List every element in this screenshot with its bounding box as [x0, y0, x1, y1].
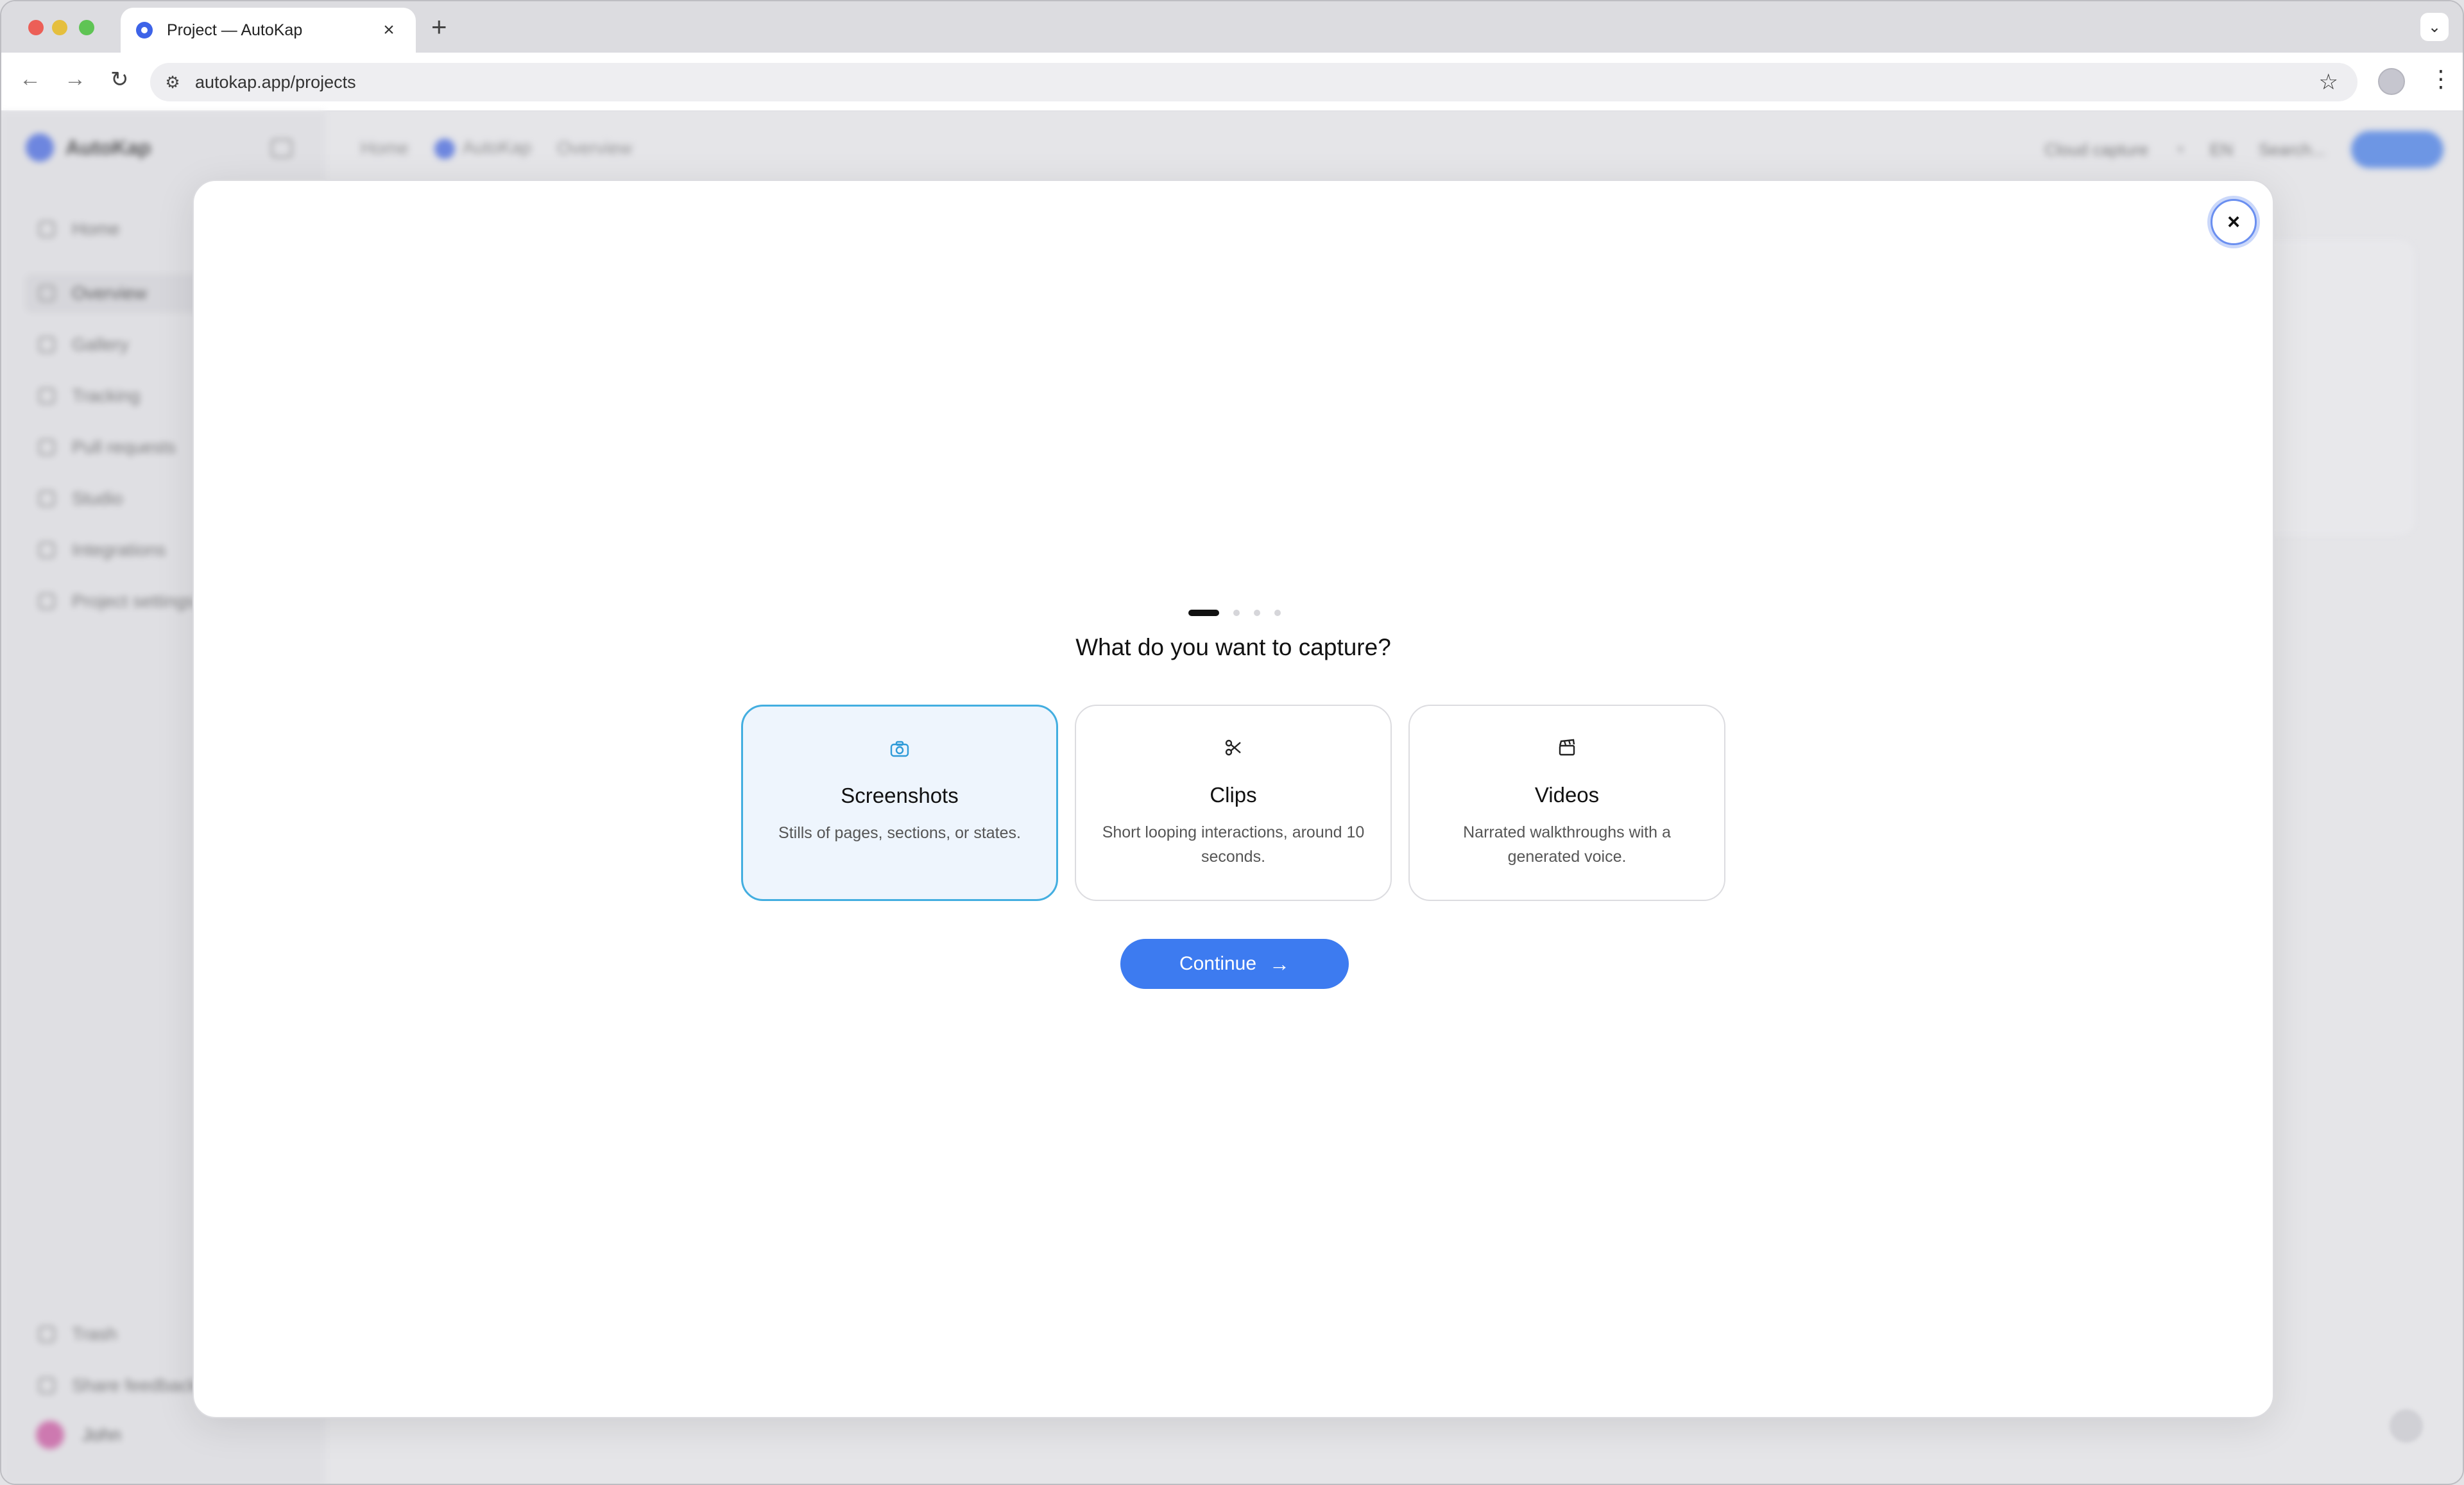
more-menu-icon[interactable]: ⋮: [2429, 65, 2452, 92]
capture-type-dialog: × What do you want to capture? Screensho…: [193, 180, 2274, 1418]
address-bar[interactable]: ⚙ autokap.app/projects ☆: [150, 63, 2357, 101]
camera-icon: [743, 737, 1056, 763]
capture-options: Screenshots Stills of pages, sections, o…: [741, 705, 1725, 901]
option-title: Clips: [1210, 783, 1257, 807]
help-chat-icon[interactable]: [2390, 1409, 2423, 1443]
browser-tab[interactable]: Project — AutoKap ×: [121, 8, 416, 53]
arrow-right-icon: →: [1269, 952, 1290, 975]
tab-title: Project — AutoKap: [167, 21, 303, 39]
step-dot-2: [1233, 610, 1240, 616]
new-tab-button[interactable]: +: [431, 12, 447, 42]
close-window-button[interactable]: [28, 20, 44, 35]
maximize-window-button[interactable]: [79, 20, 94, 35]
chevron-down-icon[interactable]: ⌄: [2420, 13, 2449, 41]
minimize-window-button[interactable]: [52, 20, 67, 35]
option-title: Screenshots: [841, 784, 959, 807]
browser-window: Project — AutoKap × + ⌄ ← → ↻ ⚙ autokap.…: [0, 0, 2464, 1485]
option-title: Videos: [1534, 783, 1600, 807]
star-icon[interactable]: ☆: [2319, 69, 2338, 95]
step-dot-1: [1188, 610, 1219, 616]
step-indicator: [1188, 610, 1281, 616]
browser-toolbar: ← → ↻ ⚙ autokap.app/projects ☆ ⋮: [1, 53, 2463, 112]
scissors-icon: [1076, 737, 1390, 762]
profile-avatar[interactable]: [2378, 68, 2405, 95]
option-description: Short looping interactions, around 10 se…: [1102, 823, 1365, 866]
close-icon[interactable]: ×: [2211, 199, 2257, 245]
continue-label: Continue: [1179, 953, 1257, 974]
tab-close-icon[interactable]: ×: [377, 19, 400, 41]
option-description: Stills of pages, sections, or states.: [778, 824, 1021, 842]
forward-arrow-icon[interactable]: →: [64, 67, 86, 92]
tab-strip: Project — AutoKap × + ⌄: [1, 1, 2463, 53]
step-dot-3: [1254, 610, 1260, 616]
dialog-title: What do you want to capture?: [1075, 634, 1391, 660]
step-dot-4: [1274, 610, 1281, 616]
continue-button[interactable]: Continue →: [1120, 939, 1349, 989]
clapperboard-icon: [1410, 737, 1724, 762]
url-text[interactable]: autokap.app/projects: [195, 73, 356, 92]
option-screenshots[interactable]: Screenshots Stills of pages, sections, o…: [741, 705, 1058, 901]
autokap-favicon-icon: [136, 22, 153, 39]
reload-icon[interactable]: ↻: [110, 67, 129, 92]
option-description: Narrated walkthroughs with a generated v…: [1463, 823, 1671, 866]
option-videos[interactable]: Videos Narrated walkthroughs with a gene…: [1408, 705, 1725, 901]
back-arrow-icon[interactable]: ←: [19, 67, 41, 92]
site-settings-icon[interactable]: ⚙: [150, 73, 195, 92]
option-clips[interactable]: Clips Short looping interactions, around…: [1075, 705, 1392, 901]
